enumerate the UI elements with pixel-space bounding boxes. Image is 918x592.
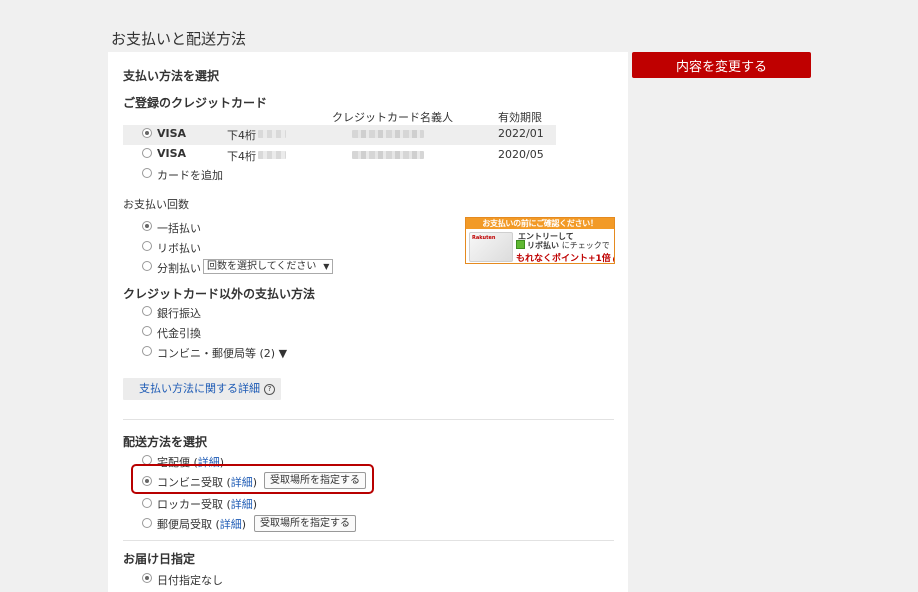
banner-line-2-strong: リボ払い [527, 241, 559, 250]
installment-count-select[interactable]: 回数を選択してください ▼ [203, 259, 334, 274]
chevron-down-icon: ▼ [323, 262, 330, 271]
shipping-locker-detail-link[interactable]: 詳細 [231, 498, 253, 511]
card-2-expiry: 2020/05 [498, 148, 544, 161]
card-1-radio[interactable] [142, 128, 152, 138]
installment-split-label: 分割払い [157, 262, 201, 275]
banner-line-3-text: もれなくポイント+1倍 [516, 254, 611, 264]
installment-split-radio[interactable] [142, 261, 152, 271]
banner-header: お支払いの前にご確認ください！ [466, 218, 614, 229]
card-1-last4-label: 下4桁 [227, 129, 256, 142]
card-row-selected-bg [123, 125, 556, 145]
convenience-store-label[interactable]: コンビニ・郵便局等 (2) ▼ [157, 345, 287, 361]
shipping-locker-label: ロッカー受取 (詳細) [157, 498, 258, 511]
installment-revolving-radio[interactable] [142, 241, 152, 251]
registered-cards-title: ご登録のクレジットカード [123, 96, 268, 110]
card-2-holder-masked [352, 151, 424, 159]
shipping-section-title: 配送方法を選択 [123, 435, 208, 449]
checkbox-icon [516, 240, 525, 249]
play-icon: ▶ [612, 255, 614, 263]
shipping-post-office-label: 郵便局受取 (詳細) [157, 518, 247, 531]
shipping-locker-radio[interactable] [142, 498, 152, 508]
banner-card-brand: Rakuten [472, 235, 496, 241]
banner-line-3: もれなくポイント+1倍▶ [516, 251, 614, 264]
other-methods-title: クレジットカード以外の支払い方法 [123, 287, 316, 301]
card-2-brand: VISA [157, 147, 187, 160]
installment-lump-label: 一括払い [157, 222, 201, 235]
card-2-radio[interactable] [142, 148, 152, 158]
payment-section-title: 支払い方法を選択 [123, 69, 220, 83]
shipping-post-office-radio[interactable] [142, 518, 152, 528]
add-card-label: カードを追加 [157, 169, 223, 182]
revolving-point-banner[interactable]: お支払いの前にご確認ください！ Rakuten エントリーして リボ払い にチェ… [465, 217, 615, 264]
cardholder-column-header: クレジットカード名義人 [332, 111, 453, 124]
bank-transfer-label: 銀行振込 [157, 307, 201, 320]
card-1-brand: VISA [157, 127, 187, 140]
section-divider [123, 419, 614, 420]
expiry-column-header: 有効期限 [498, 111, 542, 124]
cash-on-delivery-radio[interactable] [142, 326, 152, 336]
card-2-last4-masked [258, 151, 286, 159]
shipping-post-office-text: 郵便局受取 [157, 518, 212, 531]
no-date-label: 日付指定なし [157, 574, 223, 587]
add-card-radio[interactable] [142, 168, 152, 178]
no-date-radio[interactable] [142, 573, 152, 583]
installment-lump-radio[interactable] [142, 221, 152, 231]
card-2-last4-label: 下4桁 [227, 150, 256, 163]
change-content-button[interactable]: 内容を変更する [632, 52, 811, 78]
installment-title: お支払い回数 [123, 198, 189, 211]
card-1-holder-masked [352, 130, 424, 138]
cash-on-delivery-label: 代金引換 [157, 327, 201, 340]
help-icon: ? [264, 384, 275, 395]
section-divider-2 [123, 540, 614, 541]
payment-details-label: 支払い方法に関する詳細 [139, 382, 260, 395]
installment-revolving-label: リボ払い [157, 242, 201, 255]
shipping-post-office-detail-link[interactable]: 詳細 [220, 518, 242, 531]
bank-transfer-radio[interactable] [142, 306, 152, 316]
card-1-last4-masked [258, 130, 286, 138]
page-title: お支払いと配送方法 [111, 30, 247, 48]
convenience-store-radio[interactable] [142, 346, 152, 356]
banner-line-2-rest: にチェックで [561, 241, 610, 250]
payment-details-button[interactable]: 支払い方法に関する詳細? [123, 378, 281, 400]
post-office-pickup-location-button[interactable]: 受取場所を指定する [254, 515, 356, 532]
highlight-frame [131, 464, 374, 494]
banner-line-2: リボ払い にチェックで [516, 240, 610, 251]
shipping-locker-text: ロッカー受取 [157, 498, 223, 511]
credit-card-image: Rakuten [469, 232, 513, 262]
card-1-expiry: 2022/01 [498, 127, 544, 140]
installment-count-select-value: 回数を選択してください [207, 261, 317, 272]
delivery-date-title: お届け日指定 [123, 552, 196, 566]
